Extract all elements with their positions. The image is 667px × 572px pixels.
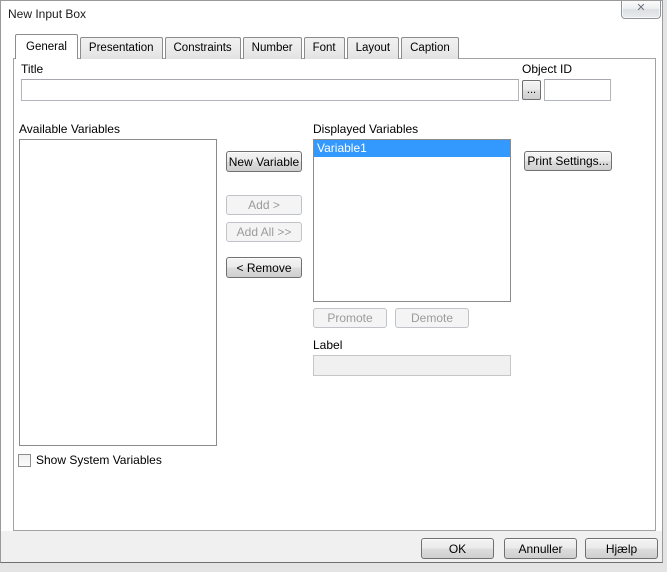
label-field-label: Label [313,338,343,352]
titlebar: New Input Box ✕ [1,1,662,31]
label-input [313,355,511,376]
tab-general[interactable]: General [15,34,78,59]
tab-bar: General Presentation Constraints Number … [15,34,461,59]
demote-button: Demote [395,308,469,328]
cancel-button[interactable]: Annuller [504,538,577,559]
add-button: Add > [226,195,302,215]
tab-number[interactable]: Number [242,37,302,59]
tab-caption[interactable]: Caption [401,37,459,59]
add-all-button: Add All >> [226,222,302,242]
show-system-variables-label: Show System Variables [36,453,162,467]
new-variable-button[interactable]: New Variable [226,151,302,172]
ok-button[interactable]: OK [421,538,494,559]
available-variables-list[interactable] [19,139,217,446]
remove-button[interactable]: < Remove [226,257,302,278]
footer-bar: OK Annuller Hjælp [1,531,662,562]
close-icon: ✕ [636,2,646,14]
print-settings-button[interactable]: Print Settings... [524,151,612,171]
object-id-browse-button[interactable]: ... [522,80,541,100]
new-input-box-dialog: New Input Box ✕ General Presentation Con… [0,0,663,563]
tab-layout[interactable]: Layout [346,37,400,59]
tab-font[interactable]: Font [303,37,345,59]
title-field-label: Title [21,62,44,76]
displayed-variables-label: Displayed Variables [313,122,419,136]
displayed-variables-list[interactable]: Variable1 [313,139,511,302]
object-id-input[interactable] [544,79,611,101]
tab-presentation[interactable]: Presentation [79,37,163,59]
list-item-variable1[interactable]: Variable1 [314,140,510,157]
window-title: New Input Box [8,7,87,21]
help-button[interactable]: Hjælp [585,538,658,559]
close-button[interactable]: ✕ [621,1,661,19]
tab-constraints[interactable]: Constraints [164,37,241,59]
show-system-variables-row[interactable]: Show System Variables [18,453,162,467]
available-variables-label: Available Variables [19,122,120,136]
title-input[interactable] [21,79,519,101]
object-id-label: Object ID [522,62,573,76]
show-system-variables-checkbox[interactable] [18,453,31,467]
promote-button: Promote [313,308,387,328]
